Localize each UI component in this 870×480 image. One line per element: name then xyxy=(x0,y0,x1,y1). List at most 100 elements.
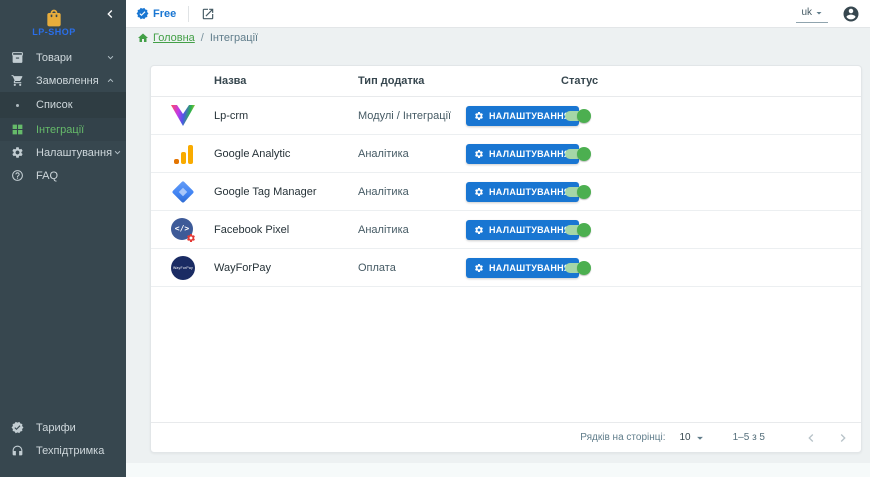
wayforpay-logo: WayForPay xyxy=(167,249,199,286)
gear-icon xyxy=(474,149,484,159)
integration-name: Google Analytic xyxy=(214,135,290,172)
sidebar-item-products[interactable]: Товари xyxy=(0,46,126,69)
integration-type: Аналітика xyxy=(358,211,409,248)
integration-name: WayForPay xyxy=(214,249,271,286)
plan-label: Free xyxy=(153,8,176,20)
settings-button-label: НАЛАШТУВАННЯ xyxy=(489,187,571,197)
account-avatar-icon[interactable] xyxy=(842,5,860,23)
google-tag-manager-logo xyxy=(167,173,199,210)
table-pagination: Рядків на сторінці: 10 1–5 з 5 xyxy=(151,422,861,452)
integration-name: Google Tag Manager xyxy=(214,173,317,210)
column-header-status: Статус xyxy=(561,66,598,96)
sidebar-item-integrations[interactable]: Інтеграції xyxy=(0,118,126,141)
gear-icon xyxy=(474,225,484,235)
caret-down-icon xyxy=(693,431,707,445)
table-row: WayForPay WayForPay Оплата НАЛАШТУВАННЯ xyxy=(151,249,861,287)
wayforpay-logo-text: WayForPay xyxy=(171,256,195,280)
breadcrumb-separator: / xyxy=(201,32,204,44)
breadcrumb-home-link[interactable]: Головна xyxy=(137,32,195,44)
status-toggle[interactable] xyxy=(562,260,592,276)
sidebar-collapse-icon[interactable] xyxy=(102,6,118,22)
cart-icon xyxy=(10,74,24,88)
page-footer-strip xyxy=(126,463,870,477)
settings-button-label: НАЛАШТУВАННЯ xyxy=(489,263,571,273)
integration-type: Модулі / Інтеграції xyxy=(358,97,451,134)
breadcrumb-home-label: Головна xyxy=(153,32,195,44)
topbar-divider xyxy=(188,6,189,22)
status-toggle[interactable] xyxy=(562,108,592,124)
box-icon xyxy=(10,51,24,65)
status-toggle[interactable] xyxy=(562,146,592,162)
help-icon xyxy=(10,169,24,183)
plan-badge[interactable]: Free xyxy=(136,7,176,20)
sidebar-item-label: Тарифи xyxy=(36,422,116,434)
app-screen: LP-SHOP Товари Замовлення xyxy=(0,0,870,480)
integration-name: Lp-crm xyxy=(214,97,248,134)
verified-check-icon xyxy=(136,7,149,20)
sidebar-item-label: Техпідтримка xyxy=(36,445,116,457)
sidebar-item-faq[interactable]: FAQ xyxy=(0,164,126,187)
sidebar-item-label: Товари xyxy=(36,52,105,64)
shopping-bag-icon xyxy=(44,8,64,28)
verified-badge-icon xyxy=(10,421,24,435)
brand-logo[interactable]: LP-SHOP xyxy=(32,8,76,37)
headset-icon xyxy=(10,444,24,458)
settings-button-label: НАЛАШТУВАННЯ xyxy=(489,225,571,235)
bullet-icon xyxy=(16,104,19,107)
gear-icon xyxy=(474,263,484,273)
table-row: Google Analytic Аналітика НАЛАШТУВАННЯ xyxy=(151,135,861,173)
language-select[interactable]: uk xyxy=(796,5,828,23)
rows-per-page-value: 10 xyxy=(679,432,690,443)
integration-type: Аналітика xyxy=(358,135,409,172)
caret-down-icon xyxy=(813,7,825,19)
topbar: Free uk xyxy=(126,0,870,28)
rows-per-page-select[interactable]: 10 xyxy=(679,431,706,445)
sidebar-item-label: Замовлення xyxy=(36,75,105,87)
gear-icon xyxy=(474,111,484,121)
integrations-card: Назва Тип додатка Статус Lp-crm Модулі /… xyxy=(150,65,862,453)
sidebar-item-orders[interactable]: Замовлення xyxy=(0,69,126,92)
settings-button-label: НАЛАШТУВАННЯ xyxy=(489,149,571,159)
sidebar-item-tariffs[interactable]: Тарифи xyxy=(0,416,126,439)
column-header-type: Тип додатка xyxy=(358,66,424,96)
brand-name: LP-SHOP xyxy=(32,27,76,37)
facebook-pixel-logo: </> xyxy=(167,211,199,248)
previous-page-icon[interactable] xyxy=(803,430,819,446)
grid-icon xyxy=(10,123,24,137)
table-row: </> Facebook Pixel Аналітика НАЛАШТУВАНН… xyxy=(151,211,861,249)
integration-name: Facebook Pixel xyxy=(214,211,289,248)
gear-icon xyxy=(186,233,196,243)
table-header: Назва Тип додатка Статус xyxy=(151,66,861,97)
sidebar-menu-bottom: Тарифи Техпідтримка xyxy=(0,416,126,462)
sidebar: LP-SHOP Товари Замовлення xyxy=(0,0,126,477)
sidebar-item-label: Інтеграції xyxy=(36,124,116,136)
status-toggle[interactable] xyxy=(562,184,592,200)
chevron-up-icon xyxy=(105,75,116,86)
sidebar-item-list[interactable]: Список xyxy=(0,92,126,118)
gear-icon xyxy=(10,146,24,160)
settings-button-label: НАЛАШТУВАННЯ xyxy=(489,111,571,121)
sidebar-header: LP-SHOP xyxy=(0,0,126,44)
sidebar-item-label: Список xyxy=(36,99,116,111)
integration-type: Аналітика xyxy=(358,173,409,210)
integration-type: Оплата xyxy=(358,249,396,286)
sidebar-item-label: FAQ xyxy=(36,170,116,182)
breadcrumb-current: Інтеграції xyxy=(210,32,258,44)
gear-icon xyxy=(474,187,484,197)
status-toggle[interactable] xyxy=(562,222,592,238)
rows-per-page-label: Рядків на сторінці: xyxy=(580,432,665,443)
sidebar-menu: Товари Замовлення Список xyxy=(0,46,126,187)
open-site-icon[interactable] xyxy=(201,7,215,21)
sidebar-item-label: Налаштування xyxy=(36,147,112,159)
chevron-down-icon xyxy=(105,52,116,63)
next-page-icon[interactable] xyxy=(835,430,851,446)
lp-crm-logo xyxy=(167,97,199,134)
table-row: Google Tag Manager Аналітика НАЛАШТУВАНН… xyxy=(151,173,861,211)
sidebar-item-support[interactable]: Техпідтримка xyxy=(0,439,126,462)
main-area: Free uk Головна xyxy=(126,0,870,477)
chevron-down-icon xyxy=(112,147,123,158)
table-row: Lp-crm Модулі / Інтеграції НАЛАШТУВАННЯ xyxy=(151,97,861,135)
language-code: uk xyxy=(801,7,812,18)
sidebar-item-settings[interactable]: Налаштування xyxy=(0,141,126,164)
breadcrumb: Головна / Інтеграції xyxy=(126,29,258,47)
